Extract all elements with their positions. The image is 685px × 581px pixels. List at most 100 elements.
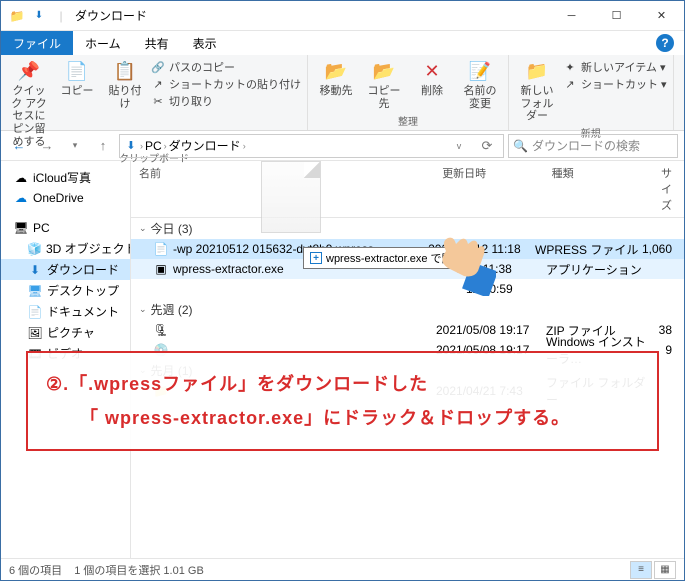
annotation-line1: ②.「.wpressファイル」をダウンロードした (46, 367, 639, 401)
downloads2-icon: ⬇ (27, 262, 43, 278)
instruction-annotation: ②.「.wpressファイル」をダウンロードした 「 wpress-extrac… (26, 351, 659, 451)
status-count: 6 個の項目 (9, 562, 62, 578)
copy-path-button[interactable]: 🔗パスのコピー (151, 59, 301, 75)
maximize-button[interactable]: ☐ (594, 1, 639, 31)
paste-shortcut-button[interactable]: ↗ショートカットの貼り付け (151, 76, 301, 92)
plus-icon: + (310, 252, 322, 264)
copy-button[interactable]: 📄コピー (55, 57, 99, 100)
desktop-icon: 🖥 (27, 283, 43, 299)
nav-pictures[interactable]: 🖼ピクチャ (1, 322, 130, 343)
new-item-button[interactable]: ✦新しいアイテム ▾ (563, 59, 667, 75)
file-size: 1,060 (642, 242, 684, 256)
tab-home[interactable]: ホーム (73, 31, 133, 55)
documents-icon: 📄 (27, 304, 43, 320)
delete-button[interactable]: ✕削除 (410, 57, 454, 100)
col-size[interactable]: サイズ (653, 161, 684, 217)
status-bar: 6 個の項目 1 個の項目を選択 1.01 GB ≡ ▦ (1, 558, 684, 580)
col-date[interactable]: 更新日時 (434, 161, 543, 217)
col-type[interactable]: 種類 (544, 161, 653, 217)
tab-share[interactable]: 共有 (133, 31, 181, 55)
minimize-button[interactable]: ─ (549, 1, 594, 31)
shortcut-icon: ↗ (151, 77, 165, 91)
group-lastweek[interactable]: ⌄先週 (2) (131, 299, 684, 320)
down-arrow-icon[interactable]: ⬇ (31, 8, 47, 24)
nav-pc[interactable]: 🖥PC (1, 218, 130, 238)
shortcut2-icon: ↗ (563, 77, 577, 91)
divider-icon: | (53, 8, 69, 24)
tab-file[interactable]: ファイル (1, 31, 73, 55)
copyto-icon: 📂 (372, 59, 396, 83)
pointing-hand-icon (426, 216, 496, 296)
breadcrumb-pc[interactable]: PC (145, 139, 162, 153)
nav-up-button[interactable]: ↑ (91, 134, 115, 158)
group-open-label: 開く (680, 113, 685, 130)
nav-documents[interactable]: 📄ドキュメント (1, 301, 130, 322)
file-type: アプリケーション (546, 261, 656, 278)
move-to-button[interactable]: 📂移動先 (314, 57, 358, 100)
rename-icon: 📝 (468, 59, 492, 83)
search-icon: 🔍 (513, 139, 528, 153)
zip-icon: 🗜 (153, 322, 169, 338)
newfolder-icon: 📁 (525, 59, 549, 83)
refresh-button[interactable]: ⟳ (475, 134, 499, 158)
file-size: 38 (656, 323, 684, 337)
rename-button[interactable]: 📝名前の変更 (458, 57, 502, 112)
view-icons-button[interactable]: ▦ (654, 561, 676, 579)
nav-icloud[interactable]: ☁iCloud写真 (1, 167, 130, 188)
file-size: 9 (656, 343, 684, 357)
ribbon: 📌クイック アクセスにピン留めする 📄コピー 📋貼り付け 🔗パスのコピー ↗ショ… (1, 55, 684, 131)
chevron-down-icon: ⌄ (139, 223, 147, 234)
nav-3d-objects[interactable]: 🧊3D オブジェクト (1, 238, 130, 259)
group-organize-label: 整理 (314, 113, 502, 130)
file-type: WPRESS ファイル (535, 241, 642, 258)
onedrive-icon: ☁ (13, 190, 29, 206)
window-title: ダウンロード (75, 7, 147, 24)
breadcrumb-downloads[interactable]: ダウンロード (169, 137, 241, 154)
nav-recent-button[interactable]: ▾ (63, 134, 87, 158)
search-placeholder: ダウンロードの検索 (532, 137, 640, 154)
breadcrumb-dropdown-button[interactable]: v (447, 134, 471, 158)
pin-icon: 📌 (17, 59, 41, 83)
column-headers: 名前 更新日時 種類 サイズ (131, 161, 684, 218)
group-today[interactable]: ⌄今日 (3) (131, 218, 684, 239)
annotation-line2: 「 wpress-extractor.exe」にドラック＆ドロップする。 (46, 401, 639, 435)
downloads-icon: ⬇ (124, 139, 138, 153)
file-icon: 📄 (153, 241, 169, 257)
cube-icon: 🧊 (27, 241, 42, 257)
file-row-hidden[interactable]: 12 10:59 (131, 279, 684, 299)
nav-downloads[interactable]: ⬇ダウンロード (1, 259, 130, 280)
new-shortcut-button[interactable]: ↗ショートカット ▾ (563, 76, 667, 92)
file-name: wpress-extractor.exe (173, 262, 284, 276)
path-icon: 🔗 (151, 60, 165, 74)
copy-to-button[interactable]: 📂コピー先 (362, 57, 406, 112)
properties-button[interactable]: ✔プロパティ (680, 57, 685, 112)
moveto-icon: 📂 (324, 59, 348, 83)
cut-button[interactable]: ✂切り取り (151, 93, 301, 109)
close-button[interactable]: ✕ (639, 1, 684, 31)
nav-back-button[interactable]: ← (7, 134, 31, 158)
chevron-down-icon: ⌄ (139, 304, 147, 315)
delete-icon: ✕ (420, 59, 444, 83)
pictures-icon: 🖼 (27, 325, 43, 341)
copy-icon: 📄 (65, 59, 89, 83)
icloud-icon: ☁ (13, 170, 29, 186)
pc-icon: 🖥 (13, 220, 29, 236)
nav-desktop[interactable]: 🖥デスクトップ (1, 280, 130, 301)
help-icon[interactable]: ? (656, 34, 674, 52)
exe-icon: ▣ (153, 261, 169, 277)
view-details-button[interactable]: ≡ (630, 561, 652, 579)
nav-forward-button[interactable]: → (35, 134, 59, 158)
paste-icon: 📋 (113, 59, 137, 83)
folder-icon: 📁 (9, 8, 25, 24)
tab-view[interactable]: 表示 (181, 31, 229, 55)
titlebar: 📁 ⬇ | ダウンロード ─ ☐ ✕ (1, 1, 684, 31)
scissors-icon: ✂ (151, 94, 165, 108)
nav-onedrive[interactable]: ☁OneDrive (1, 188, 130, 208)
address-bar: ← → ▾ ↑ ⬇ › PC › ダウンロード › v ⟳ 🔍 ダウンロードの検… (1, 131, 684, 161)
newitem-icon: ✦ (563, 60, 577, 74)
breadcrumb[interactable]: ⬇ › PC › ダウンロード › v ⟳ (119, 134, 504, 158)
paste-button[interactable]: 📋貼り付け (103, 57, 147, 112)
search-input[interactable]: 🔍 ダウンロードの検索 (508, 134, 678, 158)
new-folder-button[interactable]: 📁新しいフォルダー (515, 57, 559, 125)
status-selected: 1 個の項目を選択 1.01 GB (74, 562, 204, 578)
